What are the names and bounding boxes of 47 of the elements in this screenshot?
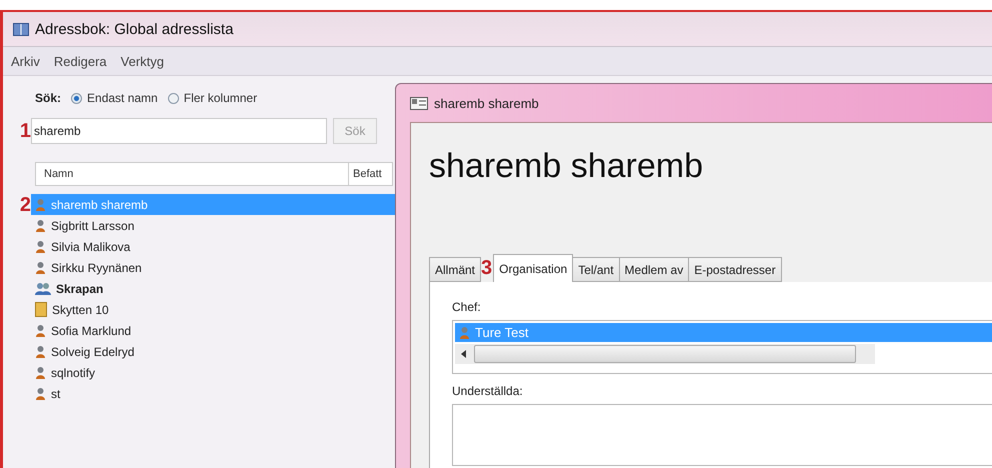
person-icon [35, 218, 46, 232]
menu-item[interactable]: Arkiv [11, 54, 40, 68]
contact-card-icon [410, 96, 428, 110]
card-icon [35, 302, 47, 317]
tab[interactable]: Tel/ant [572, 257, 620, 282]
search-field[interactable]: sharemb [31, 118, 327, 144]
search-label: Sök: [35, 91, 62, 105]
person-icon [35, 324, 46, 338]
list-item[interactable]: st [31, 383, 395, 404]
radio-option[interactable]: Fler kolumner [168, 91, 258, 105]
field-label: Underställda: [452, 384, 524, 398]
tab[interactable]: Medlem av [618, 257, 690, 282]
person-icon [459, 326, 470, 340]
list-item[interactable]: Sirkku Ryynänen [31, 257, 395, 278]
menu-item[interactable]: Verktyg [120, 54, 164, 68]
tab[interactable]: Allmänt [429, 257, 482, 282]
dialog-title: sharemb sharemb [434, 96, 539, 110]
left-arrow-icon [461, 350, 466, 358]
list-item[interactable]: Solveig Edelryd [31, 341, 395, 362]
tab[interactable]: Organisation [493, 254, 574, 282]
field-label: Chef: [452, 300, 482, 314]
step-number: 3 [481, 257, 492, 279]
step-number: 2 [18, 194, 31, 214]
scrollbar[interactable] [455, 344, 875, 364]
window-title: Adressbok: Global adresslista [3, 12, 992, 46]
column-heading[interactable]: Befatt [353, 168, 382, 180]
person-icon [35, 240, 46, 254]
list-item[interactable]: Skytten 10 [31, 299, 395, 320]
menu-item[interactable]: Redigera [54, 54, 107, 68]
list-item[interactable]: Sofia Marklund [31, 320, 395, 341]
person-icon [35, 344, 46, 358]
tab[interactable]: E-postadresser [688, 257, 782, 282]
person-icon [35, 386, 46, 400]
book-icon [13, 22, 29, 36]
scrollbar-thumb[interactable] [474, 345, 856, 363]
person-icon [35, 198, 46, 212]
list-item[interactable]: Silvia Malikova [31, 236, 395, 257]
radio-option[interactable]: Endast namn [71, 91, 158, 105]
person-icon [35, 366, 46, 380]
person-icon [35, 260, 46, 274]
list-item[interactable]: Skrapan [31, 278, 395, 299]
list-item[interactable]: sqlnotify [31, 362, 395, 383]
step-number: 1 [18, 121, 31, 141]
list-item[interactable]: Sigbritt Larsson [31, 215, 395, 236]
contact-name: sharemb sharemb [429, 147, 704, 186]
column-heading[interactable]: Namn [44, 168, 74, 180]
people-icon [35, 282, 51, 296]
